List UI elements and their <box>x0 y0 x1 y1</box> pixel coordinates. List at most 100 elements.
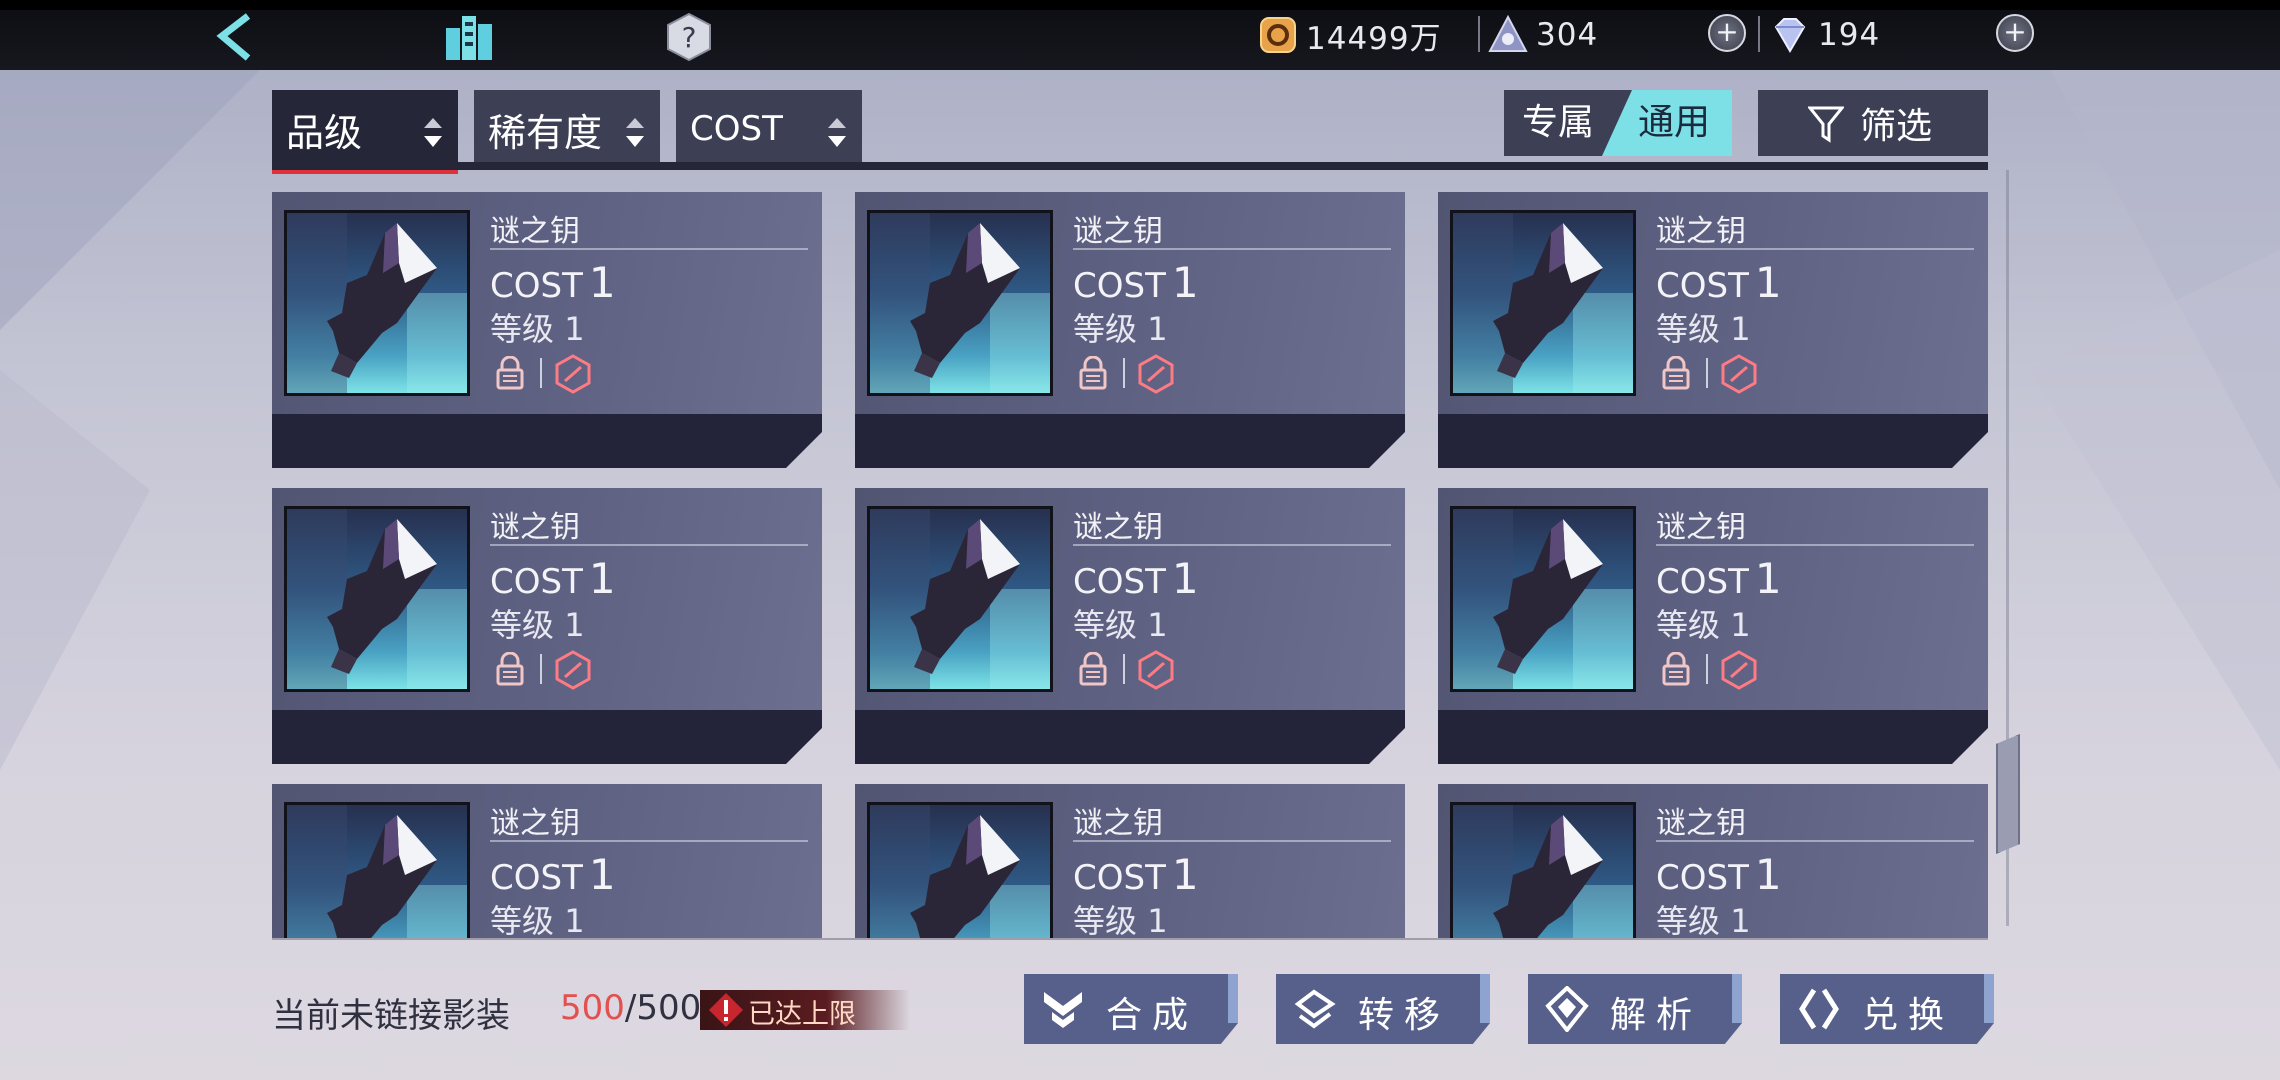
icon-divider <box>1706 358 1708 388</box>
level-label: 等级 <box>1073 310 1138 348</box>
equipment-card[interactable]: 谜之钥 COST 1 等级 1 <box>855 488 1405 764</box>
lock-icon[interactable] <box>494 652 526 686</box>
sort-arrows-icon <box>626 118 644 147</box>
transfer-icon <box>1294 989 1336 1029</box>
lock-icon[interactable] <box>1660 652 1692 686</box>
sort-tab-rarity[interactable]: 稀有度 <box>474 90 660 168</box>
cost-label: COST <box>1073 562 1166 602</box>
name-divider <box>490 544 808 546</box>
card-body: 谜之钥 COST 1 等级 1 <box>1438 784 1988 938</box>
level-label: 等级 <box>1656 606 1721 644</box>
exclusive-general-toggle[interactable]: 专属 通用 <box>1504 90 1732 156</box>
item-thumbnail <box>1450 210 1636 396</box>
exchange-button[interactable]: 兑换 <box>1780 974 1994 1044</box>
equipment-card[interactable]: 谜之钥 COST 1 等级 1 <box>1438 784 1988 938</box>
level-label: 等级 <box>1073 902 1138 938</box>
unlinked-label: 当前未链接影装 <box>272 996 510 1036</box>
toggle-option-exclusive[interactable]: 专属 <box>1522 90 1594 156</box>
card-footer <box>855 414 1405 468</box>
key-item-icon <box>870 509 1050 689</box>
item-name: 谜之钥 <box>1073 806 1163 841</box>
item-name: 谜之钥 <box>490 806 580 841</box>
question-icon: ? <box>667 12 711 62</box>
cost-label: COST <box>490 858 583 898</box>
equipment-card[interactable]: 谜之钥 COST 1 等级 1 <box>1438 192 1988 468</box>
icon-divider <box>1123 358 1125 388</box>
lock-icon[interactable] <box>1077 652 1109 686</box>
item-level: 等级 1 <box>490 600 585 646</box>
transfer-label: 转移 <box>1358 995 1451 1036</box>
add-stamina-button[interactable]: + <box>1708 14 1746 52</box>
item-cost: COST 1 <box>1073 554 1199 603</box>
equipment-card[interactable]: 谜之钥 COST 1 等级 1 <box>855 784 1405 938</box>
diamond-icon <box>1774 18 1806 53</box>
card-body: 谜之钥 COST 1 等级 1 <box>272 488 822 710</box>
equipment-card[interactable]: 谜之钥 COST 1 等级 1 <box>272 784 822 938</box>
analyze-label: 解析 <box>1610 995 1703 1036</box>
item-thumbnail <box>284 802 470 938</box>
equipment-card[interactable]: 谜之钥 COST 1 等级 1 <box>272 488 822 764</box>
item-name: 谜之钥 <box>490 510 580 545</box>
lock-icon[interactable] <box>1660 356 1692 390</box>
lock-icon[interactable] <box>1077 356 1109 390</box>
equipment-grid: 谜之钥 COST 1 等级 1 谜之钥 COST 1 等级 1 谜之钥 COST… <box>272 190 1988 938</box>
card-footer <box>855 710 1405 764</box>
sort-tab-grade[interactable]: 品级 <box>272 90 458 174</box>
equipment-card[interactable]: 谜之钥 COST 1 等级 1 <box>272 192 822 468</box>
item-level: 等级 1 <box>1656 896 1751 938</box>
toggle-option-general[interactable]: 通用 <box>1638 90 1710 156</box>
lock-icon[interactable] <box>494 356 526 390</box>
card-footer <box>1438 710 1988 764</box>
add-gems-button[interactable]: + <box>1996 14 2034 52</box>
equipment-card[interactable]: 谜之钥 COST 1 等级 1 <box>855 192 1405 468</box>
item-thumbnail <box>284 506 470 692</box>
icon-divider <box>1123 654 1125 684</box>
name-divider <box>1656 248 1974 250</box>
sort-tab-cost[interactable]: COST <box>676 90 862 168</box>
analyze-button[interactable]: 解析 <box>1528 974 1742 1044</box>
item-cost: COST 1 <box>1073 850 1199 899</box>
item-level: 等级 1 <box>1073 896 1168 938</box>
cost-label: COST <box>1073 858 1166 898</box>
sort-tab-label: 稀有度 <box>488 110 603 155</box>
filter-button[interactable]: 筛选 <box>1758 90 1988 156</box>
cost-label: COST <box>1656 266 1749 306</box>
stamina-counter: 304 <box>1488 12 1598 58</box>
synthesize-button[interactable]: 合成 <box>1024 974 1238 1044</box>
key-item-icon <box>1453 213 1633 393</box>
cost-label: COST <box>1073 266 1166 306</box>
stamina-icon <box>1488 15 1528 52</box>
icon-divider <box>540 654 542 684</box>
transfer-button[interactable]: 转移 <box>1276 974 1490 1044</box>
max-count: /500 <box>624 988 702 1028</box>
item-thumbnail <box>1450 802 1636 938</box>
unequipped-icon <box>1721 650 1757 690</box>
key-item-icon <box>870 213 1050 393</box>
analyze-icon <box>1545 986 1589 1032</box>
coin-icon <box>1260 17 1296 53</box>
cost-value: 1 <box>1171 850 1199 899</box>
cost-value: 1 <box>1171 258 1199 307</box>
card-body: 谜之钥 COST 1 等级 1 <box>272 784 822 938</box>
card-footer <box>1438 414 1988 468</box>
level-value: 1 <box>1730 310 1751 348</box>
scrollbar-thumb[interactable] <box>1996 734 2020 854</box>
status-strip <box>0 0 2280 10</box>
item-level: 等级 1 <box>1656 304 1751 350</box>
home-button[interactable] <box>440 10 500 64</box>
divider <box>1758 16 1760 52</box>
help-button[interactable]: ? <box>664 12 714 62</box>
cost-value: 1 <box>588 850 616 899</box>
key-item-icon <box>870 805 1050 938</box>
unequipped-icon <box>555 650 591 690</box>
exchange-label: 兑换 <box>1862 995 1955 1036</box>
equipment-card[interactable]: 谜之钥 COST 1 等级 1 <box>1438 488 1988 764</box>
item-level: 等级 1 <box>1073 600 1168 646</box>
card-body: 谜之钥 COST 1 等级 1 <box>272 192 822 414</box>
cost-value: 1 <box>1754 554 1782 603</box>
back-button[interactable] <box>208 10 268 64</box>
cost-value: 1 <box>588 258 616 307</box>
level-label: 等级 <box>490 606 555 644</box>
level-value: 1 <box>1147 902 1168 938</box>
key-item-icon <box>287 213 467 393</box>
